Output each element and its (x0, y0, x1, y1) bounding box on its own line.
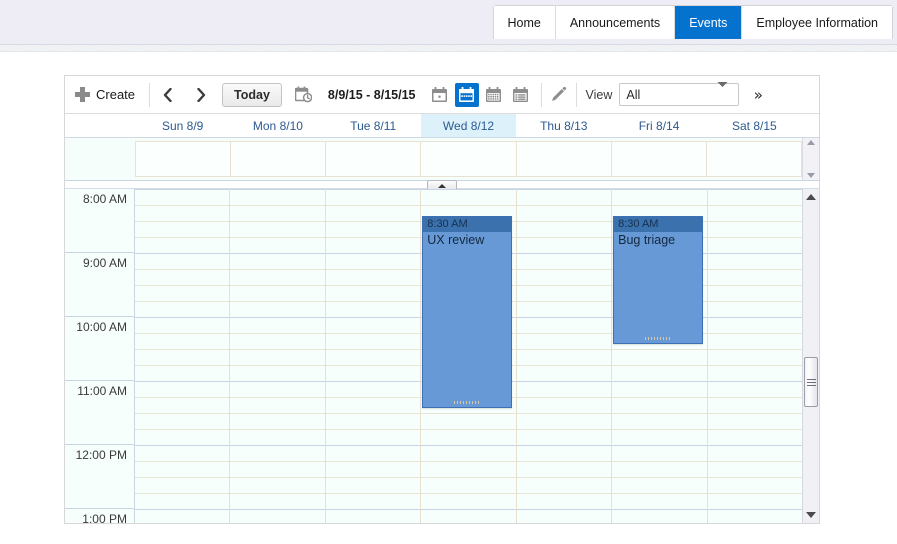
edit-button[interactable] (542, 80, 576, 110)
create-button[interactable]: Create (65, 76, 149, 113)
day-header-thu[interactable]: Thu 8/13 (516, 114, 611, 137)
pencil-icon (552, 86, 567, 101)
event-time: 8:30 AM (614, 217, 702, 232)
all-day-cell-tue[interactable] (326, 142, 422, 176)
all-day-event-row (65, 138, 819, 181)
all-day-scrollbar[interactable] (802, 138, 819, 180)
event-ux-review[interactable]: 8:30 AM UX review (422, 216, 512, 408)
toolbar-overflow-button[interactable]: » (743, 80, 773, 110)
top-navigation-bar: Home Announcements Events Employee Infor… (0, 0, 897, 44)
plus-icon (75, 87, 90, 102)
nav-tab-list: Home Announcements Events Employee Infor… (492, 5, 893, 39)
time-slot-11am: 11:00 AM (65, 381, 134, 445)
all-day-cell-fri[interactable] (612, 142, 707, 176)
today-button[interactable]: Today (222, 82, 282, 107)
time-slot-1pm: 1:00 PM (65, 509, 134, 523)
time-slot-12pm: 12:00 PM (65, 445, 134, 509)
month-view-icon (486, 87, 501, 102)
day-columns: 8:30 AM UX review 8:30 AM Bug triage (135, 189, 802, 523)
day-column-thu[interactable] (517, 189, 613, 523)
chevron-right-icon (196, 87, 205, 102)
splitter-triangle-icon (438, 183, 446, 188)
time-label: 12:00 PM (75, 448, 127, 462)
day-header-mon[interactable]: Mon 8/10 (230, 114, 325, 137)
day-header-tue[interactable]: Tue 8/11 (326, 114, 421, 137)
create-button-label: Create (96, 87, 136, 102)
all-day-cell-wed[interactable] (421, 142, 517, 176)
time-label: 11:00 AM (77, 384, 127, 398)
date-range-label: 8/9/15 - 8/15/15 (327, 87, 416, 102)
time-grid-scrollbar[interactable] (802, 189, 819, 523)
time-slot-10am: 10:00 AM (65, 317, 134, 381)
day-view-icon (432, 87, 447, 102)
nav-tab-announcements[interactable]: Announcements (555, 6, 676, 39)
scroll-up-icon (806, 194, 816, 200)
header-divider (0, 44, 897, 52)
time-slot-9am: 9:00 AM (65, 253, 134, 317)
month-view-button[interactable] (482, 83, 506, 107)
day-columns-area: 8:30 AM UX review 8:30 AM Bug triage (135, 189, 802, 523)
view-filter-label: View (585, 87, 613, 102)
previous-week-button[interactable] (150, 80, 184, 110)
view-mode-button-group (426, 82, 533, 107)
day-header-sun[interactable]: Sun 8/9 (135, 114, 230, 137)
scrollbar-thumb[interactable] (804, 357, 818, 407)
scroll-up-icon[interactable] (807, 140, 815, 145)
chevron-left-icon (163, 87, 172, 102)
nav-tab-employee-information[interactable]: Employee Information (742, 6, 892, 39)
time-label: 9:00 AM (82, 256, 127, 270)
header-scrollbar-spacer (802, 114, 819, 137)
calendar-panel: Create Today 8/9/15 - 8/15/15 View All »… (64, 75, 820, 524)
list-view-icon (513, 87, 528, 102)
nav-tab-events[interactable]: Events (675, 6, 743, 39)
time-slot-8am: 8:00 AM (65, 189, 134, 253)
event-resize-handle[interactable] (614, 336, 701, 341)
scrollbar-up-button[interactable] (803, 189, 819, 205)
day-view-button[interactable] (428, 83, 452, 107)
calendar-clock-icon (295, 86, 313, 103)
event-resize-handle[interactable] (423, 400, 510, 405)
all-day-gutter (65, 138, 135, 180)
time-gutter-header (65, 114, 135, 137)
time-grid: 8:00 AM 9:00 AM 10:00 AM 11:00 AM 12:00 … (65, 189, 819, 523)
time-gutter: 8:00 AM 9:00 AM 10:00 AM 11:00 AM 12:00 … (65, 189, 135, 523)
all-day-cell-sun[interactable] (136, 142, 232, 176)
day-column-fri[interactable]: 8:30 AM Bug triage (612, 189, 708, 523)
next-week-button[interactable] (184, 80, 218, 110)
day-column-sat[interactable] (708, 189, 802, 523)
event-title: Bug triage (618, 233, 676, 247)
scroll-down-icon (806, 512, 816, 518)
day-header-row: Sun 8/9 Mon 8/10 Tue 8/11 Wed 8/12 Thu 8… (65, 114, 819, 138)
view-filter-value: All (626, 87, 641, 102)
all-day-cell-mon[interactable] (231, 142, 327, 176)
all-day-splitter (65, 180, 819, 191)
scrollbar-down-button[interactable] (803, 507, 819, 523)
day-header-wed[interactable]: Wed 8/12 (420, 114, 517, 137)
all-day-cell-sat[interactable] (707, 142, 802, 176)
all-day-cells (135, 141, 802, 177)
week-view-icon (459, 87, 474, 102)
event-bug-triage[interactable]: 8:30 AM Bug triage (613, 216, 703, 344)
calendar-toolbar: Create Today 8/9/15 - 8/15/15 View All » (65, 76, 819, 114)
day-header-sat[interactable]: Sat 8/15 (707, 114, 802, 137)
all-day-cell-thu[interactable] (517, 142, 612, 176)
view-filter-select[interactable]: All (619, 81, 740, 106)
time-label: 8:00 AM (82, 192, 127, 206)
day-column-mon[interactable] (230, 189, 326, 523)
list-view-button[interactable] (509, 83, 533, 107)
scroll-down-icon[interactable] (807, 173, 815, 178)
goto-date-button[interactable] (290, 80, 318, 110)
day-header-fri[interactable]: Fri 8/14 (611, 114, 706, 137)
nav-tab-home[interactable]: Home (493, 6, 556, 39)
day-column-tue[interactable] (326, 189, 422, 523)
scrollbar-grip-icon (806, 378, 816, 386)
event-time: 8:30 AM (423, 217, 511, 232)
day-column-sun[interactable] (135, 189, 231, 523)
time-label: 1:00 PM (82, 512, 127, 523)
day-column-wed[interactable]: 8:30 AM UX review (421, 189, 517, 523)
time-label: 10:00 AM (76, 320, 127, 334)
week-view-button[interactable] (454, 82, 479, 107)
event-title: UX review (427, 233, 485, 247)
